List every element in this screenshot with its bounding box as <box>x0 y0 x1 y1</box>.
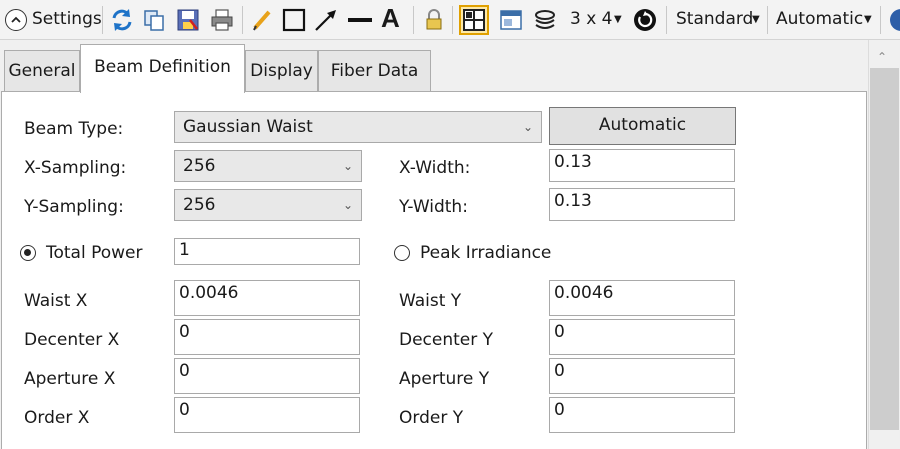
vertical-scrollbar[interactable]: ⌃ <box>868 40 900 449</box>
aperture-x-field[interactable]: 0 <box>174 358 360 394</box>
decenter-x-field[interactable]: 0 <box>174 319 360 355</box>
settings-toggle-button[interactable] <box>5 9 27 31</box>
x-sampling-value: 256 <box>183 156 216 176</box>
chevron-down-icon: ⌄ <box>522 120 533 134</box>
line-icon[interactable] <box>347 7 373 33</box>
y-sampling-value: 256 <box>183 195 216 215</box>
decenter-y-field[interactable]: 0 <box>549 319 735 355</box>
radio-selected-dot <box>24 249 31 256</box>
beam-type-label: Beam Type: <box>24 119 124 139</box>
waist-x-label: Waist X <box>24 291 88 311</box>
layout-grid-button[interactable] <box>459 5 489 35</box>
scroll-up-icon[interactable]: ⌃ <box>877 50 887 64</box>
pencil-icon[interactable] <box>250 7 276 33</box>
total-power-label[interactable]: Total Power <box>46 243 143 263</box>
print-icon[interactable] <box>209 7 235 33</box>
y-sampling-select[interactable]: 256 ⌄ <box>174 189 362 221</box>
tab-strip: General Beam Definition Display Fiber Da… <box>0 40 900 93</box>
aperture-x-label: Aperture X <box>24 369 116 389</box>
order-y-label: Order Y <box>399 408 464 428</box>
rotate-icon[interactable] <box>632 7 658 33</box>
caret-down-icon: ▼ <box>864 14 872 25</box>
waist-y-field[interactable]: 0.0046 <box>549 280 735 316</box>
rectangle-icon[interactable] <box>281 7 307 33</box>
tab-general[interactable]: General <box>4 50 80 92</box>
aperture-y-label: Aperture Y <box>399 369 490 389</box>
waist-y-label: Waist Y <box>399 291 462 311</box>
peak-irradiance-label[interactable]: Peak Irradiance <box>420 243 551 263</box>
caret-down-icon: ▼ <box>614 14 622 25</box>
x-sampling-label: X-Sampling: <box>24 158 127 178</box>
order-y-field[interactable]: 0 <box>549 397 735 433</box>
tab-display[interactable]: Display <box>245 50 318 92</box>
toolbar-separator <box>767 6 768 34</box>
order-x-field[interactable]: 0 <box>174 397 360 433</box>
chevron-down-icon: ⌄ <box>342 198 353 212</box>
toolbar-separator <box>880 6 881 34</box>
toolbar-separator <box>452 6 453 34</box>
window-icon[interactable] <box>498 7 524 33</box>
lock-icon[interactable] <box>421 7 447 33</box>
scrollbar-thumb[interactable] <box>870 68 899 430</box>
layout-grid-icon <box>463 9 485 31</box>
y-width-label: Y-Width: <box>399 197 468 217</box>
refresh-icon[interactable] <box>109 7 135 33</box>
save-icon[interactable] <box>175 7 201 33</box>
waist-x-field[interactable]: 0.0046 <box>174 280 360 316</box>
toolbar-separator <box>242 6 243 34</box>
toolbar-separator <box>413 6 414 34</box>
tab-beam-definition[interactable]: Beam Definition <box>80 44 245 93</box>
total-power-radio[interactable] <box>20 245 36 261</box>
toolbar: Settings A 3 x 4 ▼ Standard ▼ Automatic … <box>0 0 900 40</box>
x-width-field[interactable]: 0.13 <box>549 149 735 182</box>
beam-definition-panel: Beam Type: Gaussian Waist ⌄ Automatic X-… <box>1 91 867 449</box>
globe-icon[interactable] <box>888 7 900 33</box>
peak-irradiance-radio[interactable] <box>394 245 410 261</box>
y-sampling-label: Y-Sampling: <box>24 197 124 217</box>
text-icon[interactable]: A <box>381 3 400 34</box>
layers-icon[interactable] <box>532 7 558 33</box>
order-x-label: Order X <box>24 408 90 428</box>
decenter-y-label: Decenter Y <box>399 330 494 350</box>
copy-icon[interactable] <box>141 7 167 33</box>
aperture-y-field[interactable]: 0 <box>549 358 735 394</box>
y-width-field[interactable]: 0.13 <box>549 188 735 221</box>
toolbar-separator <box>666 6 667 34</box>
chevron-down-icon: ⌄ <box>342 159 353 173</box>
caret-down-icon: ▼ <box>752 14 760 25</box>
chevron-up-icon <box>11 16 21 23</box>
toolbar-separator <box>102 6 103 34</box>
total-power-field[interactable]: 1 <box>174 238 360 265</box>
x-sampling-select[interactable]: 256 ⌄ <box>174 150 362 182</box>
x-width-label: X-Width: <box>399 158 471 178</box>
layout-dropdown[interactable]: 3 x 4 <box>570 9 613 29</box>
settings-label[interactable]: Settings <box>32 9 102 29</box>
automatic-dropdown[interactable]: Automatic <box>776 9 863 29</box>
decenter-x-label: Decenter X <box>24 330 120 350</box>
tab-fiber-data[interactable]: Fiber Data <box>318 50 431 92</box>
standard-dropdown[interactable]: Standard <box>676 9 753 29</box>
beam-type-select[interactable]: Gaussian Waist ⌄ <box>174 111 542 143</box>
beam-type-value: Gaussian Waist <box>183 117 313 137</box>
arrow-icon[interactable] <box>313 7 339 33</box>
automatic-button[interactable]: Automatic <box>549 107 736 145</box>
